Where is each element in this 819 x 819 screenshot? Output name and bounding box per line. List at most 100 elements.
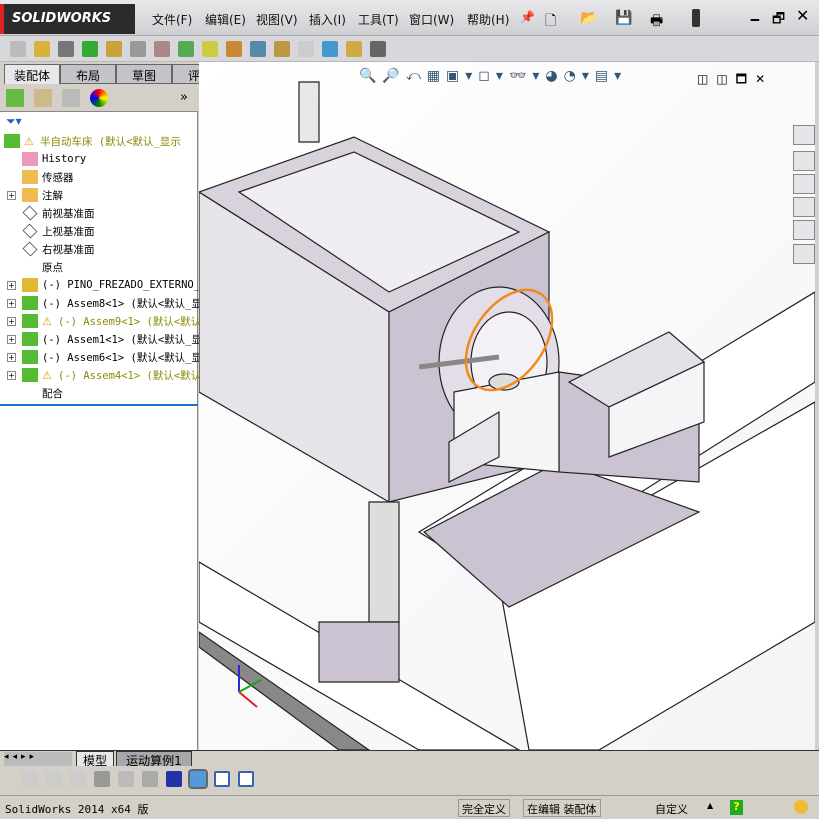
view-icon-2[interactable] <box>46 771 62 787</box>
expand-icon[interactable]: + <box>7 298 16 308</box>
view-icon-3[interactable] <box>70 771 86 787</box>
expand-icon[interactable]: + <box>7 334 16 344</box>
print-icon[interactable]: 🖶 <box>650 10 663 34</box>
feature-manager-tab-icon[interactable] <box>6 89 24 107</box>
menu-view[interactable]: 视图(V) <box>256 11 298 28</box>
menu-tools[interactable]: 工具(T) <box>358 11 399 28</box>
assembly-icon <box>4 134 20 148</box>
interference-icon[interactable] <box>346 41 362 57</box>
tab-model[interactable]: 模型 <box>76 751 114 768</box>
menu-edit[interactable]: 编辑(E) <box>205 11 246 28</box>
notification-icon[interactable] <box>794 800 808 814</box>
pin-icon[interactable]: 📌 <box>520 10 535 24</box>
view-icon-5[interactable] <box>118 771 134 787</box>
linear-pattern-icon[interactable] <box>82 41 98 57</box>
expand-icon[interactable]: + <box>7 352 16 362</box>
task-pane-view-palette-icon[interactable] <box>793 197 815 217</box>
view-icon-1[interactable] <box>22 771 38 787</box>
assembly-icon <box>22 296 38 310</box>
tab-assembly[interactable]: 装配体 <box>4 64 60 84</box>
task-pane-custom-properties-icon[interactable] <box>793 244 815 264</box>
minimize-icon[interactable]: 🗕 <box>750 8 760 32</box>
origin-icon <box>22 260 38 274</box>
menu-window[interactable]: 窗口(W) <box>409 11 454 28</box>
task-pane-resources-icon[interactable] <box>793 125 815 145</box>
3d-view-icon[interactable] <box>188 769 208 789</box>
tree-item-label: 配合 <box>42 387 63 400</box>
tab-sketch[interactable]: 草图 <box>116 64 172 84</box>
status-bar: SolidWorks 2014 x64 版 完全定义 在编辑 装配体 自定义 ▲… <box>0 795 819 819</box>
task-pane-design-library-icon[interactable] <box>793 151 815 171</box>
mates-icon <box>22 386 38 400</box>
tab-layout[interactable]: 布局 <box>60 64 116 84</box>
insert-component-icon[interactable] <box>10 41 26 57</box>
exploded-view-icon[interactable] <box>274 41 290 57</box>
tree-item-label: 半自动车床 (默认<默认_显示 <box>40 135 181 148</box>
warning-icon: ⚠ <box>24 134 34 148</box>
assembly-icon <box>22 350 38 364</box>
tree-item-label: 右视基准面 <box>42 243 95 256</box>
tree-item-label: 上视基准面 <box>42 225 95 238</box>
view-toolbar <box>0 766 819 795</box>
rebuild-icon[interactable] <box>692 9 700 27</box>
expand-icon[interactable]: + <box>7 280 16 290</box>
open-component-icon[interactable] <box>34 41 50 57</box>
expand-icon[interactable]: + <box>7 190 16 200</box>
new-motion-study-icon[interactable] <box>226 41 242 57</box>
warning-icon: ⚠ <box>42 368 52 382</box>
menu-help[interactable]: 帮助(H) <box>467 11 509 28</box>
new-document-icon[interactable]: 🗋 <box>545 10 556 34</box>
mate-icon[interactable] <box>58 41 74 57</box>
expand-icon[interactable]: + <box>7 370 16 380</box>
property-manager-tab-icon[interactable] <box>34 89 52 107</box>
assembly-icon <box>22 314 38 328</box>
snapshot-icon[interactable] <box>370 41 386 57</box>
instant3d-icon[interactable] <box>322 41 338 57</box>
hide-show-icon[interactable] <box>154 41 170 57</box>
help-icon[interactable]: ? <box>730 800 743 815</box>
expand-panel-icon[interactable]: » <box>180 90 188 105</box>
graphics-viewport[interactable]: 🔍🔎⤺▦▣▾◻▾👓▾◕◔▾▤▾ ◫◫🗖✕ <box>199 62 815 750</box>
heads-up-view-toolbar[interactable]: 🔍🔎⤺▦▣▾◻▾👓▾◕◔▾▤▾ <box>359 68 627 84</box>
view-icon-4[interactable] <box>94 771 110 787</box>
menu-file[interactable]: 文件(F) <box>152 11 192 28</box>
bill-of-materials-icon[interactable] <box>250 41 266 57</box>
triad-toggle-icon[interactable] <box>166 771 182 787</box>
move-component-icon[interactable] <box>130 41 146 57</box>
reference-geometry-icon[interactable] <box>202 41 218 57</box>
plane-icon <box>22 241 38 257</box>
open-icon[interactable]: 📂 <box>580 10 597 26</box>
rollback-bar[interactable] <box>0 404 198 406</box>
task-pane-file-explorer-icon[interactable] <box>793 174 815 194</box>
four-viewports-icon[interactable] <box>238 771 254 787</box>
view-icon-6[interactable] <box>142 771 158 787</box>
definition-status: 完全定义 <box>458 799 510 817</box>
menu-insert[interactable]: 插入(I) <box>309 11 346 28</box>
feature-manager-panel: » ⏷▾ ⚠ 半自动车床 (默认<默认_显示 History 传感器 + 注解 前视基准面上… <box>0 84 206 750</box>
explode-line-icon[interactable] <box>298 41 314 57</box>
task-pane-appearances-icon[interactable] <box>793 220 815 240</box>
restore-icon[interactable]: 🗗 <box>772 8 785 32</box>
close-icon[interactable]: ✕ <box>796 6 809 25</box>
smart-fasteners-icon[interactable] <box>106 41 122 57</box>
display-manager-tab-icon[interactable] <box>90 89 108 107</box>
assembly-features-icon[interactable] <box>178 41 194 57</box>
expand-icon[interactable]: + <box>7 316 16 326</box>
tree-item-label: 原点 <box>42 261 63 274</box>
tree-item-label: (-) Assem8<1> (默认<默认_显 <box>42 297 202 310</box>
viewport-window-controls[interactable]: ◫◫🗖✕ <box>697 70 773 91</box>
tab-scroll-arrows[interactable]: ◂◂▸▸ <box>4 752 72 766</box>
configuration-manager-tab-icon[interactable] <box>62 89 80 107</box>
solidworks-logo: SOLIDWORKS <box>0 4 135 34</box>
tree-item-label: History <box>42 153 87 165</box>
tree-item-label: (-) Assem9<1> (默认<默认 <box>58 315 202 328</box>
single-viewport-icon[interactable] <box>214 771 230 787</box>
command-manager-toolbar <box>0 36 819 62</box>
assembly-icon <box>22 368 38 382</box>
tab-motion-study[interactable]: 运动算例1 <box>116 751 192 768</box>
units-up-arrow-icon[interactable]: ▲ <box>707 801 713 810</box>
units-selector[interactable]: 自定义 <box>655 801 688 817</box>
tree-item-label: (-) Assem6<1> (默认<默认_显 <box>42 351 202 364</box>
filter-icon[interactable]: ⏷▾ <box>6 114 22 129</box>
save-icon[interactable]: 💾 <box>615 10 632 26</box>
